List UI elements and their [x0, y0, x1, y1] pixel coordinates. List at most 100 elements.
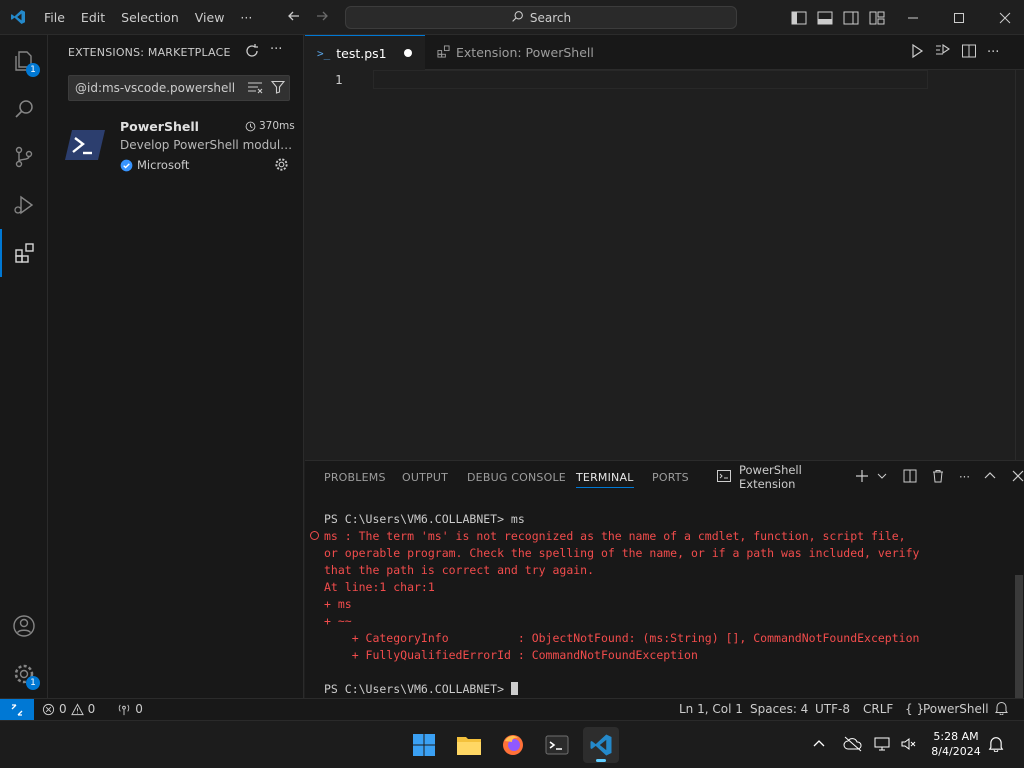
maximize-panel-icon[interactable] — [984, 470, 996, 485]
close-panel-icon[interactable] — [1012, 470, 1024, 485]
tab-extension-powershell[interactable]: Extension: PowerShell — [425, 35, 605, 70]
tab-ports[interactable]: PORTS — [652, 471, 689, 484]
language-mode[interactable]: PowerShell — [923, 702, 989, 716]
editor-tabs: >_ test.ps1 Extension: PowerShell ··· — [305, 35, 1024, 70]
sidebar-title: EXTENSIONS: MARKETPLACE — [68, 46, 231, 59]
editor-area[interactable]: 1 — [305, 70, 1024, 460]
run-debug-icon[interactable] — [0, 181, 48, 229]
run-file-icon[interactable] — [909, 43, 925, 62]
extension-time-value: 370ms — [259, 120, 295, 132]
notifications-bell-icon[interactable] — [995, 701, 1008, 718]
terminal-line: + ms — [324, 597, 352, 611]
source-control-icon[interactable] — [0, 133, 48, 181]
run-selection-icon[interactable] — [935, 43, 951, 62]
forward-arrow-icon[interactable] — [314, 8, 330, 27]
language-braces-icon: { } — [905, 702, 925, 716]
search-view-icon[interactable] — [0, 85, 48, 133]
clock-time: 5:28 AM — [933, 730, 979, 743]
menu-edit[interactable]: Edit — [73, 0, 113, 35]
new-terminal-icon[interactable] — [855, 469, 869, 486]
clock-date: 8/4/2024 — [931, 745, 981, 758]
terminal-output[interactable]: PS C:\Users\VM6.COLLABNET> ms ms : The te… — [324, 511, 919, 698]
toggle-panel-icon[interactable] — [812, 11, 838, 25]
tab-test-ps1[interactable]: >_ test.ps1 — [305, 35, 425, 70]
accounts-icon[interactable] — [0, 602, 48, 650]
chevron-down-icon[interactable] — [877, 470, 887, 484]
more-actions-icon[interactable]: ··· — [270, 43, 282, 62]
volume-muted-icon[interactable] — [900, 736, 918, 755]
back-arrow-icon[interactable] — [286, 8, 302, 27]
terminal-line: PS C:\Users\VM6.COLLABNET> ms — [324, 512, 525, 526]
extension-search-input[interactable] — [69, 81, 243, 95]
kill-terminal-trash-icon[interactable] — [931, 469, 945, 486]
filter-icon[interactable] — [267, 80, 289, 97]
extension-search-box — [68, 75, 290, 101]
line-ending[interactable]: CRLF — [863, 702, 893, 716]
ports-count: 0 — [135, 702, 143, 716]
problems-indicator[interactable]: 0 0 0 — [42, 702, 143, 716]
tab-output[interactable]: OUTPUT — [402, 471, 448, 484]
extension-list-item[interactable]: PowerShell 370ms Develop PowerShell modu… — [48, 117, 304, 177]
terminal-line: + FullyQualifiedErrorId : CommandNotFoun… — [324, 648, 698, 662]
extension-gear-icon[interactable] — [274, 157, 289, 175]
customize-layout-icon[interactable] — [864, 11, 890, 25]
terminal-line: PS C:\Users\VM6.COLLABNET> — [324, 681, 919, 698]
notification-center-bell-icon[interactable] — [988, 736, 1004, 755]
manage-gear-icon[interactable]: 1 — [0, 650, 48, 698]
terminal-line: or operable program. Check the spelling … — [324, 546, 920, 560]
refresh-icon[interactable] — [244, 43, 260, 62]
terminal-cursor — [510, 682, 518, 695]
powershell-logo-icon — [64, 129, 106, 161]
remote-indicator-icon[interactable] — [0, 699, 34, 721]
error-count: 0 — [59, 702, 67, 716]
close-icon[interactable] — [982, 0, 1024, 35]
terminal-line: ms : The term 'ms' is not recognized as … — [324, 529, 906, 543]
system-clock[interactable]: 5:28 AM 8/4/2024 — [928, 729, 984, 759]
manage-badge: 1 — [26, 676, 40, 690]
split-terminal-icon[interactable] — [903, 469, 917, 486]
file-explorer-icon[interactable] — [451, 727, 487, 763]
tab-label: test.ps1 — [336, 45, 387, 61]
menu-view[interactable]: View — [187, 0, 233, 35]
encoding[interactable]: UTF-8 — [815, 702, 850, 716]
menu-selection[interactable]: Selection — [113, 0, 187, 35]
terminal-line: + CategoryInfo : ObjectNotFound: (ms:Str… — [324, 631, 920, 645]
windows-start-icon[interactable] — [406, 727, 442, 763]
line-number: 1 — [335, 72, 343, 87]
terminal-scrollbar[interactable] — [1015, 575, 1023, 699]
cursor-position[interactable]: Ln 1, Col 1 — [679, 702, 743, 716]
tab-debug-console[interactable]: DEBUG CONSOLE — [467, 471, 566, 484]
tab-label: Extension: PowerShell — [456, 45, 594, 60]
menu-file[interactable]: File — [36, 0, 73, 35]
network-icon[interactable] — [874, 736, 892, 755]
panel-more-actions-icon[interactable]: ··· — [959, 470, 970, 484]
terminal-line: At line:1 char:1 — [324, 580, 435, 594]
terminal-app-icon[interactable] — [539, 727, 575, 763]
extension-publisher: Microsoft — [120, 158, 189, 172]
tab-terminal[interactable]: TERMINAL — [576, 471, 634, 488]
show-hidden-icons-chevron-up-icon[interactable] — [812, 737, 826, 754]
firefox-icon[interactable] — [495, 727, 531, 763]
toggle-secondary-sidebar-icon[interactable] — [838, 11, 864, 25]
minimize-icon[interactable] — [890, 0, 936, 35]
editor-more-actions-icon[interactable]: ··· — [987, 45, 999, 60]
editor-scrollbar[interactable] — [1015, 70, 1023, 460]
active-app-indicator — [596, 759, 606, 762]
split-editor-icon[interactable] — [961, 43, 977, 62]
vscode-taskbar-icon[interactable] — [583, 727, 619, 763]
explorer-icon[interactable]: 1 — [0, 37, 48, 85]
history-icon — [245, 121, 256, 131]
extensions-icon[interactable] — [0, 229, 48, 277]
command-center-search[interactable]: Search — [345, 6, 737, 29]
indentation[interactable]: Spaces: 4 — [750, 702, 808, 716]
menu-more[interactable]: ··· — [232, 0, 260, 35]
onedrive-offline-icon[interactable] — [843, 736, 863, 755]
clear-filter-icon[interactable] — [243, 80, 267, 97]
terminal-instance-name[interactable]: PowerShell Extension — [739, 463, 841, 491]
activity-bar: 1 1 — [0, 35, 48, 698]
toggle-primary-sidebar-icon[interactable] — [786, 11, 812, 25]
tab-problems[interactable]: PROBLEMS — [324, 471, 386, 484]
status-bar: 0 0 0 Ln 1, Col 1 Spaces: 4 UTF-8 CRLF {… — [0, 698, 1024, 721]
maximize-icon[interactable] — [936, 0, 982, 35]
modified-dot-icon[interactable] — [404, 49, 412, 57]
